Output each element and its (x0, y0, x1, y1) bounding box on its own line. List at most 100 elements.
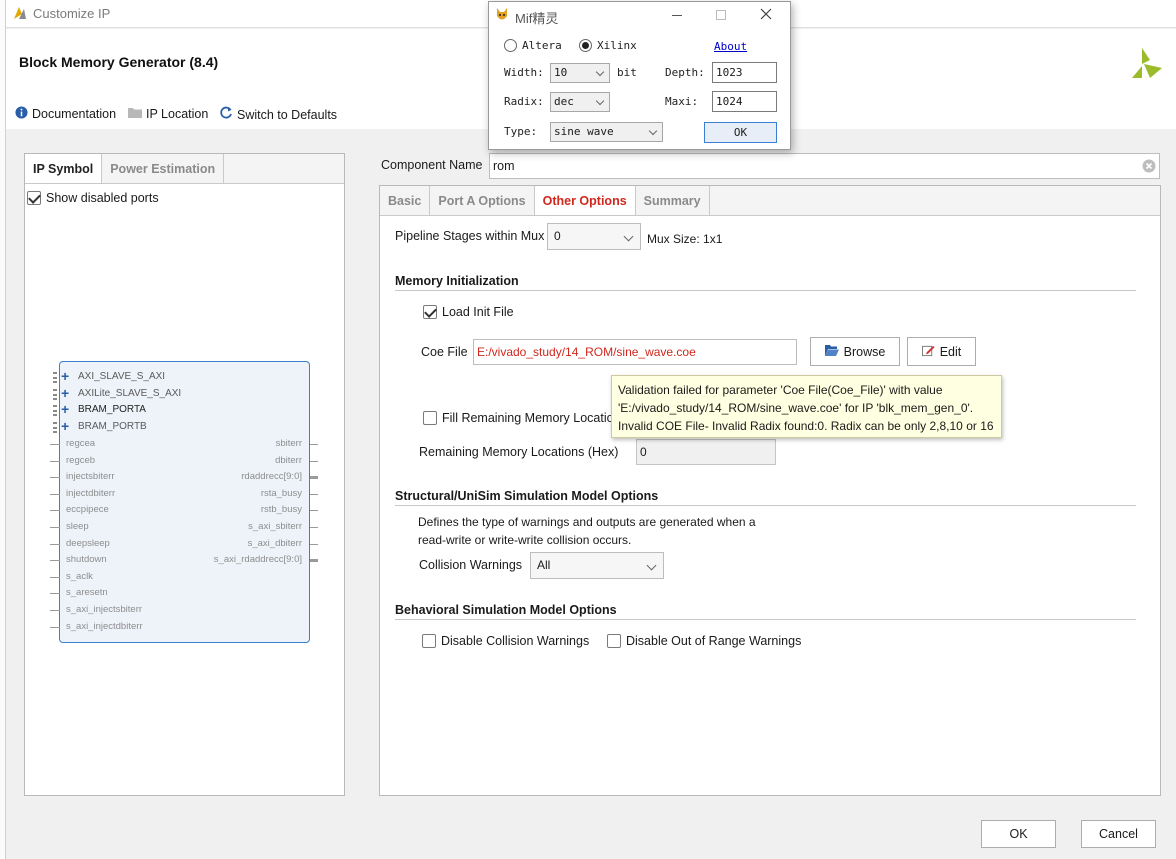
documentation-button[interactable]: Documentation (15, 106, 116, 122)
expand-plus-icon: + (61, 401, 70, 417)
cancel-button[interactable]: Cancel (1081, 820, 1156, 848)
pin-label: deepsleep (66, 538, 110, 549)
tab-basic[interactable]: Basic (380, 186, 431, 215)
tooltip-line-3: Invalid COE File- Invalid Radix found:0.… (618, 419, 994, 433)
bit-label: bit (617, 66, 637, 79)
mif-ok-button[interactable]: OK (704, 122, 777, 143)
ip-location-button[interactable]: IP Location (128, 106, 208, 121)
radix-select[interactable]: dec (550, 92, 610, 112)
pin-stub (310, 510, 318, 511)
checkbox-icon (607, 634, 621, 648)
coe-file-input[interactable]: E:/vivado_study/14_ROM/sine_wave.coe (473, 339, 797, 365)
altera-radio[interactable]: Altera (504, 39, 562, 52)
maximize-icon[interactable] (716, 10, 726, 20)
bus-connector-icon (53, 405, 57, 416)
pin-label: s_axi_dbiterr (247, 538, 302, 549)
ip-location-label: IP Location (146, 106, 209, 121)
right-tabs: Basic Port A Options Other Options Summa… (380, 186, 1160, 216)
close-icon[interactable] (760, 8, 772, 23)
pipeline-stages-select[interactable]: 0 (547, 223, 641, 250)
browse-button[interactable]: Browse (810, 337, 900, 366)
edit-button[interactable]: Edit (907, 337, 976, 366)
pin-stub (310, 494, 318, 495)
pin-label: dbiterr (275, 455, 302, 466)
documentation-label: Documentation (32, 107, 117, 121)
tooltip-line-2: 'E:/vivado_study/14_ROM/sine_wave.coe' f… (618, 401, 974, 415)
pin-stub (50, 560, 60, 561)
component-name-label: Component Name (381, 158, 482, 172)
checkbox-icon (27, 191, 41, 205)
xilinx-radio[interactable]: Xilinx (579, 39, 637, 52)
mif-title: Mif精灵 (515, 11, 559, 26)
expand-plus-icon: + (61, 368, 70, 384)
disable-collision-checkbox[interactable]: Disable Collision Warnings (422, 634, 589, 648)
mif-ok-label: OK (733, 126, 748, 139)
disable-out-of-range-checkbox[interactable]: Disable Out of Range Warnings (607, 634, 801, 648)
chevron-down-icon (648, 126, 658, 136)
tooltip-line-1: Validation failed for parameter 'Coe Fil… (618, 383, 943, 397)
pin-label: rstb_busy (260, 504, 302, 515)
structural-desc-1: Defines the type of warnings and outputs… (418, 515, 756, 529)
structural-desc-2: read-write or write-write collision occu… (418, 533, 632, 547)
collision-warnings-select[interactable]: All (530, 552, 664, 579)
pin-stub (50, 510, 60, 511)
depth-input[interactable]: 1023 (712, 62, 777, 83)
pin-label: s_axi_rdaddrecc[9:0] (213, 554, 302, 565)
pin-label: injectdbiterr (66, 488, 116, 499)
width-label: Width: (504, 66, 544, 79)
remaining-memory-input[interactable]: 0 (636, 439, 776, 465)
collision-warnings-label: Collision Warnings (419, 558, 523, 572)
minimize-icon[interactable] (672, 15, 682, 16)
pin-stub (50, 593, 60, 594)
bus-label: AXI_SLAVE_S_AXI (78, 371, 166, 382)
pin-label: s_aresetn (66, 587, 108, 598)
switch-defaults-button[interactable]: Switch to Defaults (219, 106, 337, 123)
pin-label: sleep (66, 521, 89, 532)
load-init-file-checkbox[interactable]: Load Init File (423, 305, 514, 319)
clear-icon[interactable] (1142, 159, 1156, 176)
ok-button[interactable]: OK (981, 820, 1056, 848)
tab-ip-symbol[interactable]: IP Symbol (25, 154, 103, 183)
chevron-down-icon (595, 96, 605, 106)
show-disabled-ports-checkbox[interactable]: Show disabled ports (27, 191, 159, 205)
disable-out-of-range-label: Disable Out of Range Warnings (626, 634, 802, 648)
pin-label: regceb (66, 455, 96, 466)
radix-label: Radix: (504, 95, 544, 108)
load-init-file-label: Load Init File (442, 305, 514, 319)
browse-label: Browse (843, 344, 886, 359)
component-name-text: Component Name (381, 158, 483, 172)
section-divider (395, 290, 1136, 291)
structural-title: Structural/UniSim Simulation Model Optio… (395, 489, 659, 503)
memory-init-title: Memory Initialization (395, 274, 519, 288)
tab-port-a-options[interactable]: Port A Options (430, 186, 535, 215)
maxi-input[interactable]: 1024 (712, 91, 777, 112)
pin-label: regcea (66, 438, 96, 449)
mif-app-icon (494, 6, 510, 27)
disable-collision-label: Disable Collision Warnings (441, 634, 590, 648)
type-select[interactable]: sine wave (550, 122, 663, 142)
pin-stub (310, 461, 318, 462)
pin-label: rsta_busy (260, 488, 302, 499)
about-link[interactable]: About (714, 40, 747, 53)
component-name-input[interactable]: rom (489, 153, 1160, 179)
fill-remaining-checkbox[interactable]: Fill Remaining Memory Locations (423, 411, 627, 425)
chevron-down-icon (595, 67, 605, 77)
info-icon (15, 106, 28, 122)
pin-stub (50, 610, 60, 611)
switch-defaults-label: Switch to Defaults (237, 107, 338, 122)
tab-summary[interactable]: Summary (636, 186, 710, 215)
expand-plus-icon: + (61, 418, 70, 434)
tab-other-options[interactable]: Other Options (534, 186, 636, 215)
bus-connector-icon (53, 389, 57, 400)
width-select[interactable]: 10 (550, 63, 610, 83)
pin-stub (50, 527, 60, 528)
bus-label: BRAM_PORTB (78, 421, 147, 432)
edit-icon (921, 344, 935, 360)
pin-label: s_aclk (66, 571, 93, 582)
refresh-icon (219, 106, 233, 123)
fill-remaining-label: Fill Remaining Memory Locations (442, 411, 627, 425)
width-value: 10 (554, 66, 568, 79)
tab-power-estimation[interactable]: Power Estimation (102, 154, 225, 183)
bus-connector-icon (53, 372, 57, 383)
pin-stub (310, 559, 318, 562)
